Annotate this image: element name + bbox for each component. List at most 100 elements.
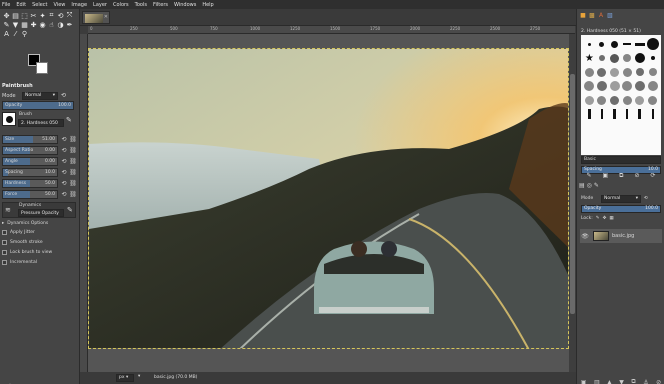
unified-transform-icon[interactable]: ⟲: [56, 11, 65, 20]
layer-mode-reset-icon[interactable]: ⟲: [644, 196, 648, 201]
smooth-stroke-check[interactable]: Smooth stroke: [2, 238, 72, 247]
brush-cell[interactable]: [646, 51, 659, 65]
brush-cell[interactable]: [621, 37, 634, 51]
brush-cell[interactable]: [646, 107, 659, 121]
brush-cell[interactable]: [583, 37, 596, 51]
dodge-tool-icon[interactable]: ◑: [56, 20, 65, 29]
smudge-tool-icon[interactable]: ☝: [47, 20, 56, 29]
brush-cell[interactable]: [621, 93, 634, 107]
slider-link-icon[interactable]: ⛓: [69, 135, 77, 144]
layer-opacity-row[interactable]: Opacity 100.0: [581, 204, 661, 213]
lock-brush-check[interactable]: Lock brush to view: [2, 248, 72, 257]
delete-layer-icon[interactable]: ⊘: [656, 379, 661, 384]
lower-layer-icon[interactable]: ▼: [619, 379, 624, 384]
mode-select[interactable]: Normal ▾: [22, 91, 58, 100]
brush-cell[interactable]: [634, 65, 647, 79]
lock-alpha-icon[interactable]: ▦: [609, 216, 613, 221]
new-group-icon[interactable]: ▥: [594, 379, 600, 384]
brush-cell[interactable]: [596, 107, 609, 121]
incremental-check[interactable]: Incremental: [2, 258, 72, 267]
brush-cell[interactable]: [646, 37, 659, 51]
slider-link-icon[interactable]: ⛓: [69, 168, 77, 177]
brush-grid[interactable]: ★: [581, 35, 661, 155]
refresh-brush-icon[interactable]: ⟳: [650, 172, 655, 179]
free-select-icon[interactable]: ✂: [29, 11, 38, 20]
image-tab[interactable]: ✕: [82, 11, 110, 24]
patterns-tab-icon[interactable]: ▩: [588, 11, 596, 19]
menu-tools[interactable]: Tools: [135, 2, 147, 8]
scrollbar-thumb[interactable]: [570, 74, 575, 314]
brush-cell[interactable]: [646, 79, 659, 93]
edit-dynamics-icon[interactable]: ✎: [67, 206, 73, 214]
visibility-eye-icon[interactable]: 👁: [580, 233, 590, 240]
brush-cell[interactable]: [608, 65, 621, 79]
menu-filters[interactable]: Filters: [153, 2, 168, 8]
slider-aspect-ratio[interactable]: Aspect Ratio 0.00: [2, 146, 58, 155]
menu-view[interactable]: View: [54, 2, 66, 8]
brush-cell[interactable]: ★: [583, 51, 596, 65]
layer-mode-select[interactable]: Normal ▾: [601, 194, 641, 203]
slider-reset-icon[interactable]: ⟲: [60, 179, 68, 188]
menu-layer[interactable]: Layer: [93, 2, 107, 8]
fuzzy-select-icon[interactable]: ✦: [38, 11, 47, 20]
vertical-ruler[interactable]: [80, 34, 88, 372]
brush-cell[interactable]: [608, 79, 621, 93]
fg-bg-colors[interactable]: [28, 54, 50, 76]
slider-size[interactable]: Size 51.00: [2, 135, 58, 144]
brushes-tab-icon[interactable]: ■: [579, 11, 587, 19]
brush-cell[interactable]: [621, 65, 634, 79]
brush-cell[interactable]: [608, 51, 621, 65]
warp-transform-icon[interactable]: ⤧: [65, 11, 74, 20]
brush-cell[interactable]: [608, 93, 621, 107]
brush-cell[interactable]: [646, 93, 659, 107]
clone-tool-icon[interactable]: ◉: [38, 20, 47, 29]
menu-file[interactable]: File: [2, 2, 10, 8]
brush-cell[interactable]: [596, 93, 609, 107]
fonts-tab-icon[interactable]: A: [597, 11, 605, 19]
menu-help[interactable]: Help: [202, 2, 213, 8]
brush-cell[interactable]: [608, 37, 621, 51]
brush-cell[interactable]: [634, 37, 647, 51]
layers-tab-icon[interactable]: ▤: [579, 182, 585, 192]
menu-windows[interactable]: Windows: [174, 2, 196, 8]
gradients-tab-icon[interactable]: ▧: [606, 11, 614, 19]
align-tool-icon[interactable]: ▤: [11, 11, 20, 20]
duplicate-layer-icon[interactable]: ⧉: [631, 378, 635, 384]
slider-spacing[interactable]: Spacing 10.0: [2, 168, 58, 177]
delete-brush-icon[interactable]: ⊘: [634, 172, 639, 179]
edit-brush-icon[interactable]: ✎: [66, 116, 72, 124]
slider-link-icon[interactable]: ⛓: [69, 157, 77, 166]
brush-cell[interactable]: [596, 79, 609, 93]
gradient-tool-icon[interactable]: ▦: [20, 20, 29, 29]
crop-tool-icon[interactable]: ⌗: [47, 11, 56, 20]
text-tool-icon[interactable]: A: [2, 29, 11, 38]
brush-cell[interactable]: [646, 65, 659, 79]
brush-cell[interactable]: [583, 79, 596, 93]
brush-cell[interactable]: [596, 51, 609, 65]
duplicate-brush-icon[interactable]: ⧉: [619, 172, 623, 180]
zoom-select[interactable]: ▾: [138, 374, 150, 382]
color-picker-icon[interactable]: ⁄: [11, 29, 20, 38]
mode-reset-icon[interactable]: ⟲: [61, 92, 66, 99]
paths-tool-icon[interactable]: ✒: [65, 20, 74, 29]
menu-image[interactable]: Image: [71, 2, 87, 8]
zoom-tool-icon[interactable]: ⚲: [20, 29, 29, 38]
slider-link-icon[interactable]: ⛓: [69, 179, 77, 188]
brush-preview[interactable]: [2, 112, 16, 126]
dynamics-options-expander[interactable]: ▸ Dynamics Options: [2, 219, 72, 228]
new-layer-icon[interactable]: ▣: [581, 379, 587, 384]
slider-force[interactable]: Force 50.0: [2, 190, 58, 199]
layer-row[interactable]: 👁 basic.jpg: [580, 229, 662, 243]
bucket-fill-icon[interactable]: ▼: [11, 20, 20, 29]
dynamics-field[interactable]: Pressure Opacity: [18, 209, 64, 217]
lock-pixels-icon[interactable]: ✎: [596, 216, 600, 221]
paintbrush-tool-icon[interactable]: ✎: [2, 20, 11, 29]
apply-jitter-check[interactable]: Apply Jitter: [2, 228, 72, 237]
menu-select[interactable]: Select: [32, 2, 47, 8]
raise-layer-icon[interactable]: ▲: [607, 379, 612, 384]
brush-cell[interactable]: [634, 93, 647, 107]
brush-cell[interactable]: [621, 51, 634, 65]
edit-brush-dock-icon[interactable]: ✎: [586, 172, 591, 179]
canvas-area[interactable]: [88, 34, 569, 372]
brush-cell[interactable]: [596, 65, 609, 79]
